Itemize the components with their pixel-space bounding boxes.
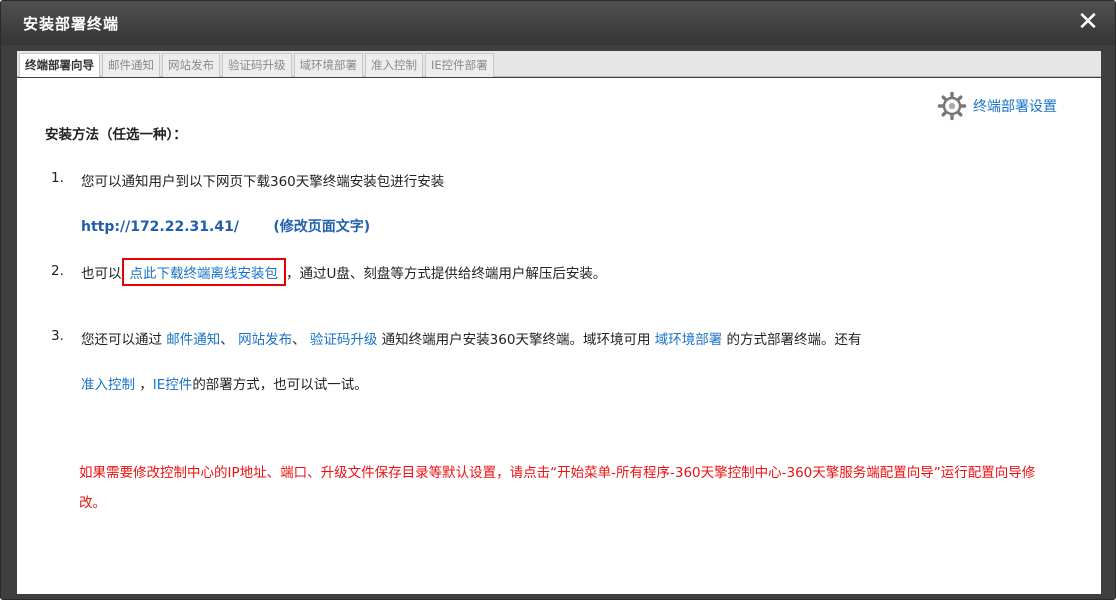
- config-change-notice: 如果需要修改控制中心的IP地址、端口、升级文件保存目录等默认设置，请点击“开始菜…: [79, 465, 1036, 511]
- item2-suffix: ，通过U盘、刻盘等方式提供给终端用户解压后安装。: [286, 266, 607, 282]
- tab-list: 终端部署向导 邮件通知 网站发布 验证码升级 域环境部署 准入控制 IE控件部署: [19, 53, 496, 77]
- offline-package-download-link[interactable]: 点此下载终端离线安装包: [121, 258, 286, 286]
- item3-tail: 的方式部署终端。还有: [722, 332, 862, 348]
- captcha-upgrade-link[interactable]: 验证码升级: [310, 332, 378, 348]
- download-url-row: http://172.22.31.41/ (修改页面文字): [81, 216, 370, 236]
- item1-text: 您可以通知用户到以下网页下载360天擎终端安装包进行安装: [81, 174, 445, 190]
- install-deploy-dialog: 安装部署终端 ✕ 终端部署向导 邮件通知 网站发布 验证码升级 域环境部署 准入…: [0, 0, 1116, 600]
- tab-domain-deploy[interactable]: 域环境部署: [293, 53, 363, 77]
- tab-bar: 终端部署向导 邮件通知 网站发布 验证码升级 域环境部署 准入控制 IE控件部署: [17, 51, 1101, 77]
- tab-ie-control-deploy[interactable]: IE控件部署: [425, 53, 494, 77]
- item2-line: 也可以 点此下载终端离线安装包 ，通过U盘、刻盘等方式提供给终端用户解压后安装。: [81, 258, 606, 286]
- close-button[interactable]: ✕: [1075, 9, 1101, 35]
- access-control-link[interactable]: 准入控制: [81, 377, 135, 393]
- domain-deploy-link[interactable]: 域环境部署: [655, 332, 723, 348]
- install-methods-heading: 安装方法（任选一种）：: [45, 127, 187, 143]
- content-panel: 终端部署设置 安装方法（任选一种）： 1. 您可以通知用户到以下网页下载360天…: [17, 78, 1101, 594]
- item3-sep3: ，: [135, 377, 153, 393]
- tab-site-publish[interactable]: 网站发布: [162, 53, 220, 77]
- dialog-title: 安装部署终端: [23, 15, 120, 33]
- tab-mail-notify[interactable]: 邮件通知: [102, 53, 160, 77]
- item3-end: 的部署方式，也可以试一试。: [192, 377, 368, 393]
- item3-sep1: 、: [220, 332, 239, 348]
- edit-page-text-link[interactable]: (修改页面文字): [273, 219, 370, 235]
- tab-captcha-upgrade[interactable]: 验证码升级: [222, 53, 292, 77]
- item-number-1: 1.: [51, 170, 64, 186]
- site-publish-link[interactable]: 网站发布: [238, 332, 292, 348]
- mail-notify-link[interactable]: 邮件通知: [166, 332, 220, 348]
- deploy-settings-label: 终端部署设置: [973, 99, 1057, 115]
- item3-sep2: 、: [292, 332, 310, 348]
- ie-control-link[interactable]: IE控件: [153, 377, 193, 393]
- tab-deploy-wizard[interactable]: 终端部署向导: [19, 53, 100, 77]
- item-number-2: 2.: [51, 263, 64, 279]
- item-number-3: 3.: [51, 328, 64, 344]
- item3-mid: 通知终端用户安装360天擎终端。域环境可用: [377, 332, 655, 348]
- item3-line2: 准入控制 ，IE控件的部署方式，也可以试一试。: [81, 373, 368, 393]
- deploy-settings-link[interactable]: 终端部署设置: [937, 90, 1057, 122]
- item3-line1: 您还可以通过 邮件通知、 网站发布、 验证码升级 通知终端用户安装360天擎终端…: [81, 328, 862, 348]
- tab-access-control[interactable]: 准入控制: [365, 53, 423, 77]
- item2-prefix: 也可以: [81, 266, 122, 282]
- dialog-titlebar[interactable]: 安装部署终端 ✕: [1, 1, 1115, 45]
- gear-icon: [937, 91, 967, 121]
- download-url-link[interactable]: http://172.22.31.41/: [81, 219, 239, 235]
- item3-prefix: 您还可以通过: [81, 332, 167, 348]
